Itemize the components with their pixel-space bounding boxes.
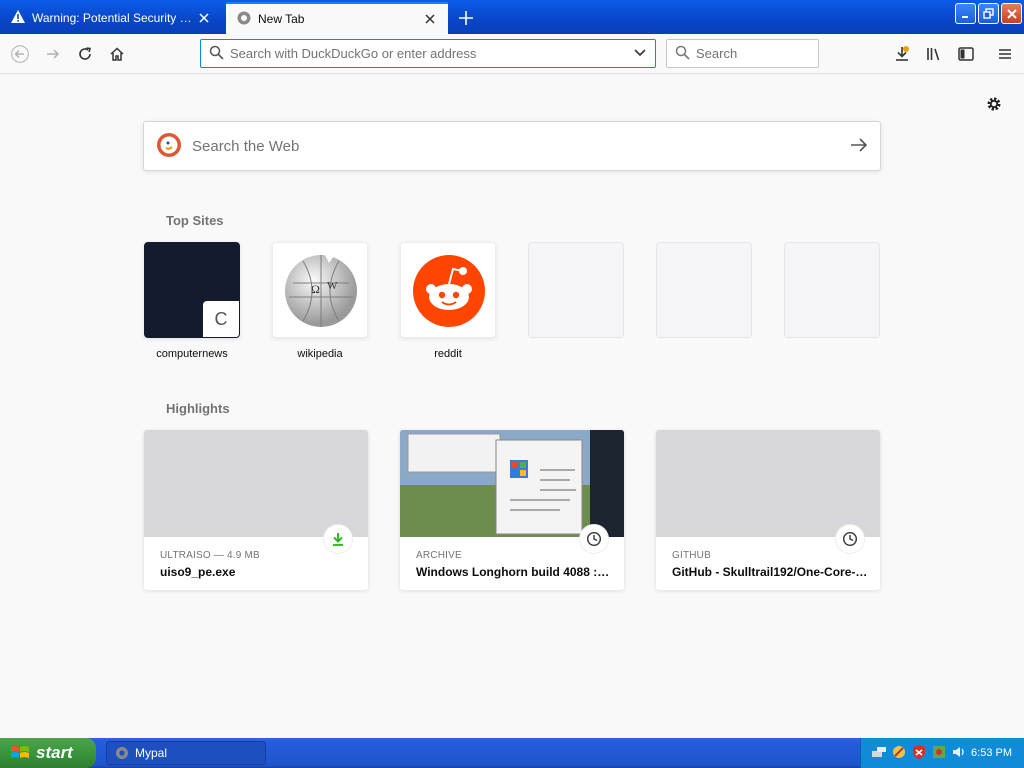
hamburger-menu-icon[interactable]: [992, 41, 1018, 67]
highlight-thumbnail: [144, 430, 368, 537]
top-site-empty[interactable]: [528, 242, 624, 348]
minimize-button[interactable]: [955, 3, 976, 24]
gear-icon[interactable]: [984, 94, 1004, 114]
web-search-box[interactable]: [143, 121, 881, 171]
search-icon: [209, 45, 224, 63]
restore-button[interactable]: [978, 3, 999, 24]
screenshot-thumbnail: [400, 430, 624, 537]
search-bar[interactable]: [666, 39, 872, 68]
start-label: start: [36, 743, 73, 762]
tab-title: Warning: Potential Security Risk Ahead: [32, 11, 196, 25]
close-window-button[interactable]: [1001, 3, 1022, 24]
security-shield-icon[interactable]: [911, 744, 927, 763]
top-site-empty[interactable]: [656, 242, 752, 348]
clock: 6:53 PM: [971, 747, 1012, 759]
sidebar-icon[interactable]: [953, 41, 979, 67]
windows-logo-icon: [10, 744, 30, 762]
arrow-right-icon[interactable]: [850, 137, 868, 156]
reddit-icon: [413, 255, 485, 327]
svg-text:W: W: [327, 280, 338, 292]
tab-security-warning[interactable]: Warning: Potential Security Risk Ahead: [0, 2, 222, 34]
highlight-title: GitHub - Skulltrail192/One-Core-API…: [672, 565, 868, 579]
library-icon[interactable]: [921, 41, 947, 67]
search-icon: [675, 45, 690, 63]
tab-strip: Warning: Potential Security Risk Ahead N…: [0, 0, 1024, 34]
task-label: Mypal: [135, 746, 168, 760]
site-tile-placeholder[interactable]: [528, 242, 624, 338]
system-tray: 6:53 PM: [860, 738, 1024, 768]
reload-icon[interactable]: [72, 41, 98, 67]
highlight-card[interactable]: ULTRAISO — 4.9 MB uiso9_pe.exe: [144, 430, 368, 590]
top-site-computernews[interactable]: C computernews: [144, 242, 240, 360]
highlight-card[interactable]: ARCHIVE Windows Longhorn build 4088 : Mi…: [400, 430, 624, 590]
wikipedia-icon: Ω W: [285, 255, 357, 327]
warning-icon: [10, 9, 26, 28]
url-input[interactable]: [230, 46, 633, 61]
taskbar-item-mypal[interactable]: Mypal: [106, 741, 266, 765]
site-tile[interactable]: Ω W: [272, 242, 368, 338]
download-icon: [324, 525, 352, 553]
clock-icon: [580, 525, 608, 553]
site-label: reddit: [434, 348, 462, 360]
mypal-icon: [115, 746, 129, 760]
url-bar[interactable]: [200, 39, 656, 68]
clock-icon: [836, 525, 864, 553]
window-controls: [955, 3, 1022, 24]
tab-new-tab[interactable]: New Tab: [226, 2, 448, 34]
highlight-meta: ULTRAISO — 4.9 MB: [160, 550, 260, 561]
top-sites-title: Top Sites: [166, 213, 224, 228]
close-tab-icon[interactable]: [422, 11, 438, 27]
top-site-wikipedia[interactable]: Ω W wikipedia: [272, 242, 368, 360]
home-icon[interactable]: [104, 41, 130, 67]
svg-text:Ω: Ω: [311, 282, 320, 296]
duckduckgo-icon: [156, 132, 182, 161]
navigation-toolbar: [0, 34, 1024, 74]
top-site-empty[interactable]: [784, 242, 880, 348]
highlight-thumbnail: [656, 430, 880, 537]
highlight-card[interactable]: GITHUB GitHub - Skulltrail192/One-Core-A…: [656, 430, 880, 590]
site-tile-placeholder[interactable]: [656, 242, 752, 338]
downloads-icon[interactable]: [889, 41, 915, 67]
highlight-title: uiso9_pe.exe: [160, 565, 236, 579]
site-tile[interactable]: [400, 242, 496, 338]
highlight-meta: GITHUB: [672, 550, 711, 561]
highlight-title: Windows Longhorn build 4088 : Micr…: [416, 565, 612, 579]
new-tab-button[interactable]: [452, 4, 480, 32]
back-icon[interactable]: [7, 41, 33, 67]
firefox-icon: [236, 10, 252, 29]
start-button[interactable]: start: [0, 738, 96, 768]
close-tab-icon[interactable]: [196, 10, 212, 26]
site-tile[interactable]: C: [144, 242, 240, 338]
taskbar: start Mypal 6:53 PM: [0, 738, 1024, 768]
web-search-input[interactable]: [192, 137, 850, 155]
volume-icon[interactable]: [951, 744, 967, 763]
highlights-title: Highlights: [166, 401, 230, 416]
tab-title: New Tab: [258, 12, 305, 26]
site-tile-placeholder[interactable]: [784, 242, 880, 338]
site-letter: C: [203, 301, 239, 337]
site-label: computernews: [156, 348, 228, 360]
site-label: wikipedia: [297, 348, 343, 360]
tray-app-icon[interactable]: [891, 744, 907, 763]
highlight-thumbnail: [400, 430, 624, 537]
highlight-meta: ARCHIVE: [416, 550, 462, 561]
chevron-down-icon[interactable]: [633, 47, 647, 61]
tray-app-icon[interactable]: [931, 744, 947, 763]
search-input[interactable]: [696, 46, 872, 61]
network-icon[interactable]: [871, 744, 887, 763]
forward-icon[interactable]: [40, 41, 66, 67]
top-site-reddit[interactable]: reddit: [400, 242, 496, 360]
